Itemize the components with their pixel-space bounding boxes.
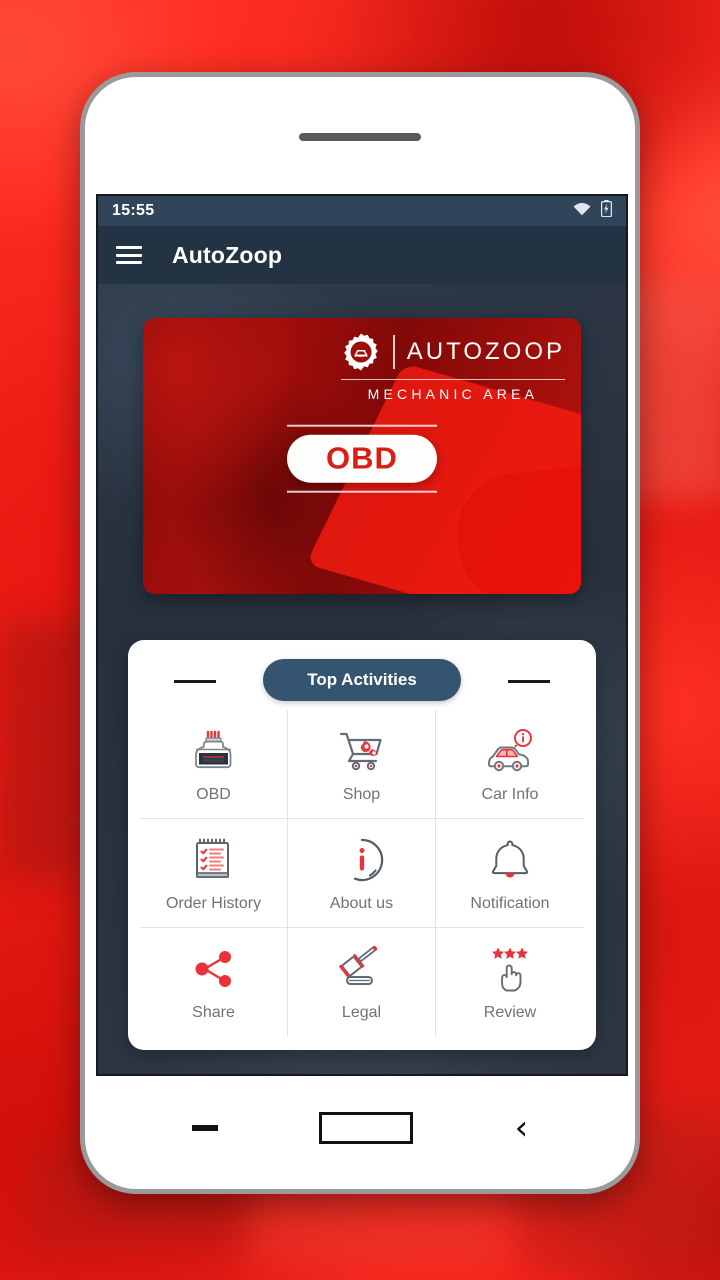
activity-car-info[interactable]: Car Info (436, 710, 584, 818)
activity-label: Review (483, 1004, 537, 1021)
app-bar: AutoZoop (98, 226, 626, 284)
obd-rule-top (287, 424, 437, 427)
gavel-icon (338, 944, 386, 994)
header-line-right (508, 680, 550, 683)
activity-about-us[interactable]: About us (288, 818, 436, 927)
activity-label: Share (192, 1004, 235, 1021)
top-activities-card: Top Activities OBD Shop Car Info Order H… (128, 640, 596, 1050)
bell-icon (487, 835, 533, 885)
activity-label: Car Info (481, 786, 539, 803)
activity-label: About us (329, 895, 394, 912)
android-nav-bar: ‹ (85, 1066, 635, 1189)
obd-scanner-icon (191, 726, 237, 776)
logo-wordmark: AUTOZOOP (406, 338, 565, 365)
activity-label: Order History (165, 895, 262, 912)
obd-badge[interactable]: OBD (287, 434, 437, 483)
header-line-left (174, 680, 216, 683)
activity-obd[interactable]: OBD (140, 710, 288, 818)
wifi-icon (573, 202, 591, 221)
app-screen: 15:55 AutoZoop AUTOZOOP MECHANIC AREA OB… (96, 194, 628, 1076)
speaker-grille (299, 133, 421, 141)
clipboard-checklist-icon (193, 835, 235, 885)
section-title: Top Activities (263, 659, 461, 701)
status-time: 15:55 (112, 202, 155, 219)
obd-rule-bottom (287, 490, 437, 493)
battery-charging-icon (600, 200, 613, 222)
banner-section: AUTOZOOP MECHANIC AREA OBD (98, 284, 626, 594)
gear-car-icon (341, 332, 381, 372)
obd-badge-label: OBD (326, 440, 398, 476)
hamburger-menu-icon[interactable] (116, 246, 142, 264)
logo-rule (340, 379, 565, 380)
logo-divider (392, 335, 395, 369)
activity-label: Notification (470, 895, 550, 912)
car-info-icon (485, 726, 535, 776)
activity-shop[interactable]: Shop (288, 710, 436, 818)
activity-review[interactable]: Review (436, 927, 584, 1036)
activity-share[interactable]: Share (140, 927, 288, 1036)
obd-badge-group: OBD (262, 424, 462, 493)
recents-button[interactable] (191, 1124, 218, 1131)
activity-notification[interactable]: Notification (436, 818, 584, 927)
activity-label: Shop (342, 786, 381, 803)
logo-subtitle: MECHANIC AREA (367, 386, 539, 402)
activity-label: Legal (341, 1004, 382, 1021)
status-bar: 15:55 (98, 196, 626, 226)
home-button[interactable] (319, 1111, 414, 1144)
back-button[interactable]: ‹ (515, 1111, 529, 1145)
activity-legal[interactable]: Legal (288, 927, 436, 1036)
share-nodes-icon (191, 944, 237, 994)
activity-order-history[interactable]: Order History (140, 818, 288, 927)
page-title: AutoZoop (172, 241, 283, 268)
card-header: Top Activities (140, 656, 584, 704)
shopping-cart-gears-icon (338, 726, 386, 776)
stars-hand-icon (486, 944, 534, 994)
phone-frame: 15:55 AutoZoop AUTOZOOP MECHANIC AREA OB… (80, 72, 640, 1194)
activity-label: OBD (196, 786, 231, 803)
autozoop-logo: AUTOZOOP MECHANIC AREA (340, 332, 565, 402)
activities-grid: OBD Shop Car Info Order History About us… (140, 710, 584, 1036)
promo-banner[interactable]: AUTOZOOP MECHANIC AREA OBD (143, 318, 581, 594)
info-circle-icon (339, 835, 385, 885)
